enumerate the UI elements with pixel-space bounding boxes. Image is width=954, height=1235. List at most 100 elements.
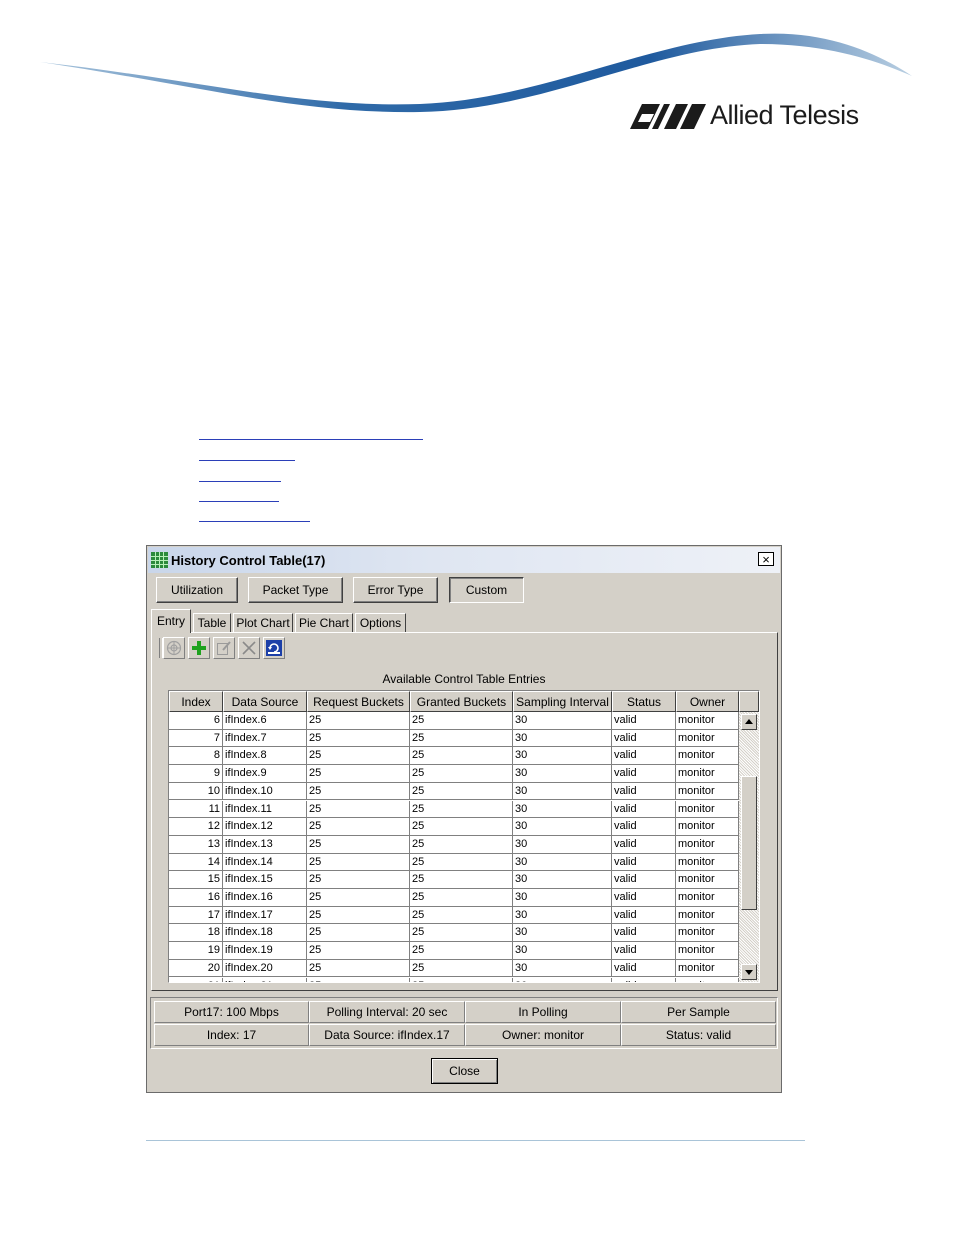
col-header-data-source[interactable]: Data Source bbox=[223, 691, 307, 712]
cell-owner: monitor bbox=[676, 924, 739, 943]
edit-button[interactable] bbox=[213, 637, 235, 659]
cell-status: valid bbox=[612, 871, 676, 889]
tab-entry[interactable]: Entry bbox=[151, 609, 191, 633]
cell-owner: monitor bbox=[676, 853, 739, 872]
status-data-source: Data Source: ifIndex.17 bbox=[309, 1024, 465, 1046]
cell-request-buckets: 25 bbox=[307, 818, 410, 836]
table-row[interactable]: 18 ifIndex.18 25 25 30 valid monitor bbox=[169, 924, 739, 943]
error-type-button[interactable]: Error Type bbox=[353, 577, 438, 603]
scroll-up-button[interactable] bbox=[741, 714, 757, 730]
table-row[interactable]: 19 ifIndex.19 25 25 30 valid monitor bbox=[169, 942, 739, 960]
cell-data-source: ifIndex.21 bbox=[223, 977, 307, 982]
cell-granted-buckets: 25 bbox=[410, 889, 513, 907]
custom-button[interactable]: Custom bbox=[449, 577, 524, 603]
link-line-2[interactable] bbox=[199, 460, 295, 461]
refresh-button[interactable] bbox=[263, 637, 285, 659]
cell-request-buckets: 25 bbox=[307, 729, 410, 748]
table-row[interactable]: 13 ifIndex.13 25 25 30 valid monitor bbox=[169, 835, 739, 854]
link-line-3[interactable] bbox=[199, 481, 281, 482]
cell-request-buckets: 25 bbox=[307, 712, 410, 730]
scroll-down-button[interactable] bbox=[741, 964, 757, 980]
table-row[interactable]: 11 ifIndex.11 25 25 30 valid monitor bbox=[169, 800, 739, 819]
cell-owner: monitor bbox=[676, 712, 739, 730]
link-line-4[interactable] bbox=[199, 501, 279, 502]
col-header-status[interactable]: Status bbox=[612, 691, 676, 712]
cell-owner: monitor bbox=[676, 835, 739, 854]
cell-request-buckets: 25 bbox=[307, 782, 410, 801]
cell-status: valid bbox=[612, 924, 676, 943]
delete-button[interactable] bbox=[238, 637, 260, 659]
table-row[interactable]: 8 ifIndex.8 25 25 30 valid monitor bbox=[169, 747, 739, 766]
table-row[interactable]: 16 ifIndex.16 25 25 30 valid monitor bbox=[169, 889, 739, 907]
cell-granted-buckets: 25 bbox=[410, 959, 513, 978]
tab-table[interactable]: Table bbox=[193, 613, 231, 632]
utilization-button[interactable]: Utilization bbox=[156, 577, 238, 603]
close-icon[interactable]: × bbox=[758, 552, 774, 566]
table-row[interactable]: 10 ifIndex.10 25 25 30 valid monitor bbox=[169, 782, 739, 801]
cell-owner: monitor bbox=[676, 747, 739, 766]
tab-plot-chart[interactable]: Plot Chart bbox=[233, 613, 293, 632]
table-row[interactable]: 12 ifIndex.12 25 25 30 valid monitor bbox=[169, 818, 739, 836]
cell-sampling-interval: 30 bbox=[513, 800, 612, 819]
target-button[interactable] bbox=[163, 637, 185, 659]
table-row[interactable]: 9 ifIndex.9 25 25 30 valid monitor bbox=[169, 765, 739, 783]
tab-pie-chart[interactable]: Pie Chart bbox=[295, 613, 353, 632]
cell-owner: monitor bbox=[676, 871, 739, 889]
logo-mark-icon bbox=[630, 103, 706, 129]
add-button[interactable] bbox=[188, 637, 210, 659]
cell-request-buckets: 25 bbox=[307, 889, 410, 907]
cell-sampling-interval: 30 bbox=[513, 712, 612, 730]
cell-granted-buckets: 25 bbox=[410, 853, 513, 872]
cell-index: 10 bbox=[169, 782, 223, 801]
cell-data-source: ifIndex.6 bbox=[223, 712, 307, 730]
history-control-dialog: History Control Table(17) × Utilization … bbox=[146, 545, 782, 1093]
vertical-scrollbar[interactable] bbox=[739, 712, 759, 982]
cell-granted-buckets: 25 bbox=[410, 782, 513, 801]
cell-status: valid bbox=[612, 765, 676, 783]
cell-index: 7 bbox=[169, 729, 223, 748]
title-bar[interactable]: History Control Table(17) × bbox=[148, 547, 780, 573]
cell-request-buckets: 25 bbox=[307, 906, 410, 925]
col-header-granted-buckets[interactable]: Granted Buckets bbox=[410, 691, 513, 712]
table-row[interactable]: 17 ifIndex.17 25 25 30 valid monitor bbox=[169, 906, 739, 925]
cell-sampling-interval: 30 bbox=[513, 959, 612, 978]
cell-data-source: ifIndex.11 bbox=[223, 800, 307, 819]
cell-granted-buckets: 25 bbox=[410, 906, 513, 925]
table-row[interactable]: 6 ifIndex.6 25 25 30 valid monitor bbox=[169, 712, 739, 730]
scroll-thumb[interactable] bbox=[741, 776, 757, 910]
cell-status: valid bbox=[612, 729, 676, 748]
link-line-1[interactable] bbox=[199, 439, 423, 440]
col-header-request-buckets[interactable]: Request Buckets bbox=[307, 691, 410, 712]
col-header-index[interactable]: Index bbox=[169, 691, 223, 712]
cell-status: valid bbox=[612, 942, 676, 960]
col-header-owner[interactable]: Owner bbox=[676, 691, 739, 712]
cell-owner: monitor bbox=[676, 782, 739, 801]
arrow-up-icon bbox=[745, 719, 753, 724]
cell-data-source: ifIndex.9 bbox=[223, 765, 307, 783]
table-row[interactable]: 15 ifIndex.15 25 25 30 valid monitor bbox=[169, 871, 739, 889]
col-header-sampling-interval[interactable]: Sampling Interval bbox=[513, 691, 612, 712]
status-owner: Owner: monitor bbox=[465, 1024, 621, 1046]
cell-status: valid bbox=[612, 782, 676, 801]
cell-data-source: ifIndex.14 bbox=[223, 853, 307, 872]
link-line-5[interactable] bbox=[199, 521, 310, 522]
cell-data-source: ifIndex.16 bbox=[223, 889, 307, 907]
close-button[interactable]: Close bbox=[431, 1058, 498, 1084]
cell-sampling-interval: 30 bbox=[513, 853, 612, 872]
table-row[interactable]: 20 ifIndex.20 25 25 30 valid monitor bbox=[169, 959, 739, 978]
cell-granted-buckets: 25 bbox=[410, 800, 513, 819]
cell-data-source: ifIndex.20 bbox=[223, 959, 307, 978]
table-row[interactable]: 7 ifIndex.7 25 25 30 valid monitor bbox=[169, 729, 739, 748]
cell-index: 12 bbox=[169, 818, 223, 836]
cell-owner: monitor bbox=[676, 959, 739, 978]
cell-data-source: ifIndex.19 bbox=[223, 942, 307, 960]
tab-options[interactable]: Options bbox=[355, 613, 406, 632]
cell-granted-buckets: 25 bbox=[410, 942, 513, 960]
packet-type-button[interactable]: Packet Type bbox=[248, 577, 343, 603]
cell-status: valid bbox=[612, 818, 676, 836]
table-row[interactable]: 21ifIndex.21252530validmonitor bbox=[169, 977, 739, 982]
cell-request-buckets: 25 bbox=[307, 942, 410, 960]
table-row[interactable]: 14 ifIndex.14 25 25 30 valid monitor bbox=[169, 853, 739, 872]
cell-sampling-interval: 30 bbox=[513, 871, 612, 889]
cell-sampling-interval: 30 bbox=[513, 906, 612, 925]
